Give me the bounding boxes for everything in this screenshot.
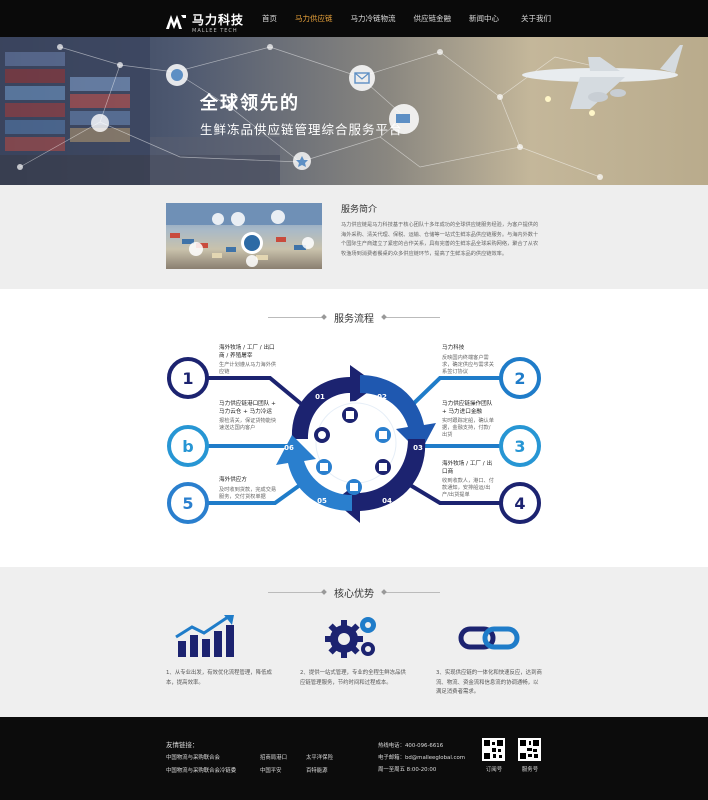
chain-icon	[458, 626, 520, 650]
business-hours: 周一至周五 8:00-20:00	[378, 767, 437, 773]
hotline: 热线电话：400-096-6616	[378, 743, 444, 749]
step-2-title: 马力科技	[442, 345, 465, 351]
advantages-heading: 核心优势	[0, 585, 708, 600]
logo[interactable]: 马力科技 MALLEE TECH	[166, 9, 244, 34]
qr-caption-service: 服务号	[521, 767, 539, 773]
step-1-text: 海外牧场 / 工厂 / 出口商 / 养殖屠宰 生产计划遵从马力海外供应链	[219, 345, 279, 376]
step-b-title: 马力供应链港口团队 + 马力云仓 + 马力冷运	[219, 401, 276, 415]
friend-link[interactable]: 招商局港口	[260, 753, 287, 761]
qr-code-icon	[484, 740, 503, 759]
step-3-text: 马力供应链操作团队 + 马力进口金融 实时跟踪定船，确认单据，金融支持，付款/出…	[442, 401, 494, 439]
service-process-section: 服务流程 01 02 03 04 05 06 1 b 5 2 3 4 海外牧场 …	[0, 289, 708, 567]
friend-link[interactable]: 中国平安	[260, 766, 282, 774]
step-5-text: 海外供应方 及时收到货款，完成交易服务，交付货权单据	[219, 477, 277, 501]
step-1-desc: 生产计划遵从马力海外供应链	[219, 362, 277, 375]
nav-news[interactable]: 新闻中心	[469, 0, 499, 37]
hero-title: 全球领先的	[200, 93, 300, 114]
gears-icon	[325, 617, 376, 658]
segment-06: 06	[284, 444, 294, 452]
step-b-number: b	[182, 437, 193, 456]
step-4-title: 海外牧场 / 工厂 / 出口商	[442, 461, 493, 475]
step-3-desc: 实时跟踪定船，确认单据，金融支持，付款/出货	[442, 418, 494, 438]
friend-link[interactable]: 百特能源	[306, 766, 328, 774]
step-5-desc: 及时收到货款，完成交易服务，交付货权单据	[219, 486, 277, 500]
segment-04: 04	[382, 497, 392, 505]
qr-code-subscription[interactable]	[482, 738, 505, 761]
nav-finance[interactable]: 供应链金融	[414, 0, 452, 37]
chart-icon	[175, 615, 234, 657]
advantages-title: 核心优势	[334, 589, 374, 600]
nav-home[interactable]: 首页	[262, 0, 277, 37]
step-4-desc: 收到收款人，港口、付款通知，安排船运/出产/出货提单	[442, 478, 494, 498]
hero-banner: 全球领先的 生鲜冻品供应链管理综合服务平台	[0, 37, 708, 185]
qr-code-service[interactable]	[518, 738, 541, 761]
top-navigation-bar: 马力科技 MALLEE TECH 首页 马力供应链 马力冷链物流 供应链金融 新…	[0, 0, 708, 37]
step-4-text: 海外牧场 / 工厂 / 出口商 收到收款人，港口、付款通知，安排船运/出产/出货…	[442, 461, 494, 499]
footer: 友情链接： 中国物流与采购联合会 招商局港口 太平洋保险 中国物流与采购联合会冷…	[0, 717, 708, 800]
service-intro-section: 服务简介 马力供应链是马力科技基于核心团队十多年成功的全球供应链服务经验，为客户…	[0, 185, 708, 289]
step-5-title: 海外供应方	[219, 477, 247, 483]
process-diagram: 01 02 03 04 05 06 1 b 5 2 3 4	[167, 357, 541, 524]
divider	[384, 592, 440, 593]
nav-cold-chain[interactable]: 马力冷链物流	[351, 0, 396, 37]
qr-code-icon	[520, 740, 539, 759]
step-3-number: 3	[514, 437, 525, 456]
logo-subtitle: MALLEE TECH	[192, 28, 238, 34]
friend-link[interactable]: 太平洋保险	[306, 753, 333, 761]
intro-title: 服务简介	[341, 205, 378, 215]
logo-text: 马力科技	[192, 13, 245, 27]
step-b-text: 马力供应链港口团队 + 马力云仓 + 马力冷运 报检清关，保证货物能快速送达国内…	[219, 401, 279, 432]
divider	[268, 592, 324, 593]
advantage-2: 2、提供一站式管理，专业的全程生鲜冻品供应链管理服务，节约时间和过程成本。	[300, 670, 406, 686]
email[interactable]: 电子邮箱：bd@malleeglobal.com	[378, 753, 465, 761]
step-2-desc: 反映国内终端客户需求，确定供应与需求关系签订协议	[442, 354, 494, 375]
friend-link[interactable]: 中国物流与采购联合会	[166, 753, 220, 761]
hero-subtitle: 生鲜冻品供应链管理综合服务平台	[200, 122, 403, 137]
logo-mark-icon	[166, 14, 186, 29]
segment-01: 01	[315, 393, 325, 401]
step-b-desc: 报检清关，保证货物能快速送达国内客户	[219, 418, 277, 431]
friend-link[interactable]: 中国物流与采购联合会冷链委	[166, 766, 236, 774]
main-nav: 首页 马力供应链 马力冷链物流 供应链金融 新闻中心 关于我们	[262, 0, 551, 37]
advantage-3: 3、实现供应链的一体化和快速反应，达到商流、物流、资金流和信息流的协调通畅，以满…	[436, 670, 542, 696]
hero-illustration	[0, 37, 683, 185]
nav-supply-chain[interactable]: 马力供应链	[295, 0, 333, 37]
core-advantages-section: 核心优势 1、从专业出发，有效优化流程管理，降低成本，提高效率。 2、提供一站式…	[0, 567, 708, 717]
step-2-number: 2	[514, 369, 525, 388]
port-photo-illustration	[166, 203, 322, 267]
segment-05: 05	[317, 497, 327, 505]
friend-links-label: 友情链接：	[166, 741, 199, 749]
qr-caption-subscription: 订阅号	[485, 767, 503, 773]
step-4-number: 4	[514, 494, 525, 513]
nav-about[interactable]: 关于我们	[521, 0, 551, 37]
step-5-number: 5	[182, 494, 193, 513]
step-1-number: 1	[182, 369, 193, 388]
step-3-title: 马力供应链操作团队 + 马力进口金融	[442, 401, 493, 415]
segment-02: 02	[377, 393, 387, 401]
step-2-text: 马力科技 反映国内终端客户需求，确定供应与需求关系签订协议	[442, 345, 494, 376]
step-1-title: 海外牧场 / 工厂 / 出口商 / 养殖屠宰	[219, 345, 275, 359]
advantage-1: 1、从专业出发，有效优化流程管理，降低成本，提高效率。	[166, 670, 272, 686]
segment-03: 03	[413, 444, 423, 452]
intro-image	[166, 203, 322, 269]
intro-body: 马力供应链是马力科技基于核心团队十多年成功的全球供应链服务经验，为客户提供的海外…	[341, 222, 539, 257]
